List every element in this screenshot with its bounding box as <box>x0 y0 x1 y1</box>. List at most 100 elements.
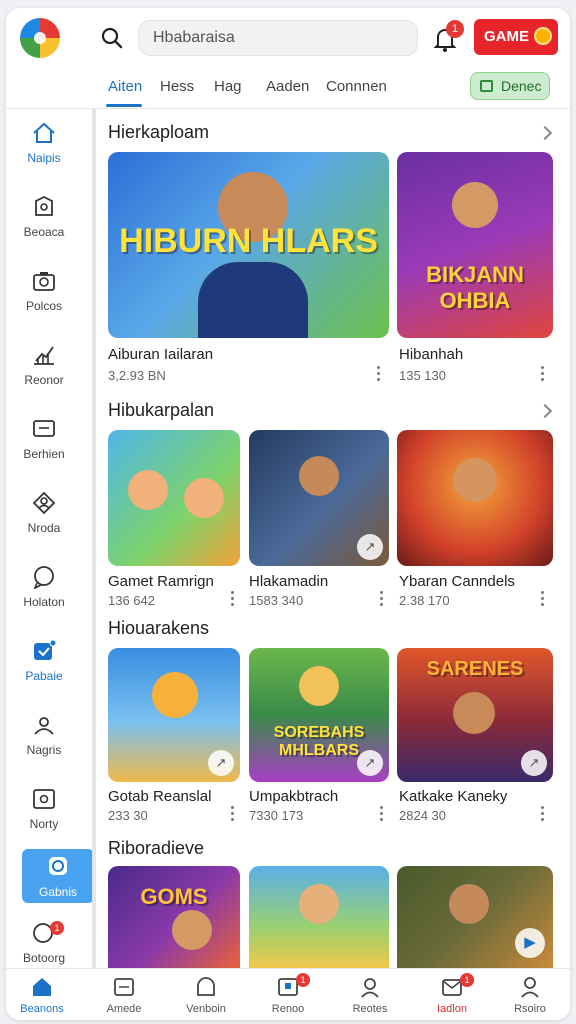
image-icon <box>114 978 134 996</box>
card-meta: 3,2.93 BN <box>108 368 166 383</box>
tab-aiten[interactable]: Aiten <box>108 78 142 95</box>
chevron-right-icon[interactable] <box>537 403 553 419</box>
game-card[interactable]: HIBURN HLARS <box>108 152 389 338</box>
settings-icon <box>33 789 55 809</box>
card-title: Gamet Ramrign <box>108 573 214 590</box>
character-illustration <box>299 884 339 924</box>
sidebar-item-berhien[interactable]: Berhien <box>6 417 82 477</box>
tab-hag[interactable]: Hag <box>214 78 242 95</box>
sidebar-item-label: Berhien <box>23 447 65 461</box>
card-title: Aiburan Iailaran <box>108 346 214 363</box>
sidebar-item-gabnis[interactable]: Gabnis <box>22 849 94 903</box>
character-illustration <box>453 458 497 502</box>
top-bar: Hbabaraisa 1 GAME <box>6 8 570 68</box>
game-button[interactable]: GAME <box>474 19 558 55</box>
demo-button-label: Denec <box>501 78 542 94</box>
nav-item-beanons[interactable]: Beanons <box>6 975 82 1015</box>
sidebar-item-holaton[interactable]: Holaton <box>6 565 82 625</box>
chat-icon <box>197 977 215 996</box>
more-options-icon[interactable] <box>540 806 544 822</box>
character-illustration <box>152 672 198 718</box>
home-icon <box>33 978 51 996</box>
nav-item-label: Beanons <box>20 1003 64 1015</box>
character-illustration <box>299 666 339 706</box>
search-icon[interactable] <box>100 26 124 50</box>
card-title: Umpakbtrach <box>249 788 339 805</box>
app-frame: Hbabaraisa 1 GAME Aiten Hess Hag Aaden C… <box>6 8 570 1020</box>
bottom-nav: Beanons Amede Venboin 1 Renoo Reotes 1 I… <box>6 968 570 1020</box>
sidebar-item-polcos[interactable]: Polcos <box>6 269 82 329</box>
nav-item-amede[interactable]: Amede <box>84 975 164 1015</box>
more-options-icon[interactable] <box>379 591 383 607</box>
card-meta: 233 30 <box>108 808 148 823</box>
game-card[interactable]: SARENES ↗ <box>397 648 553 782</box>
game-card[interactable]: SOREBAHS MHLBARS ↗ <box>249 648 389 782</box>
sidebar-item-nagris[interactable]: Nagris <box>6 713 82 773</box>
sidebar-item-naipis[interactable]: Naipis <box>6 121 82 181</box>
nav-item-rsoiro[interactable]: Rsoiro <box>490 975 570 1015</box>
section-title: Hierkaploam <box>108 122 210 142</box>
sidebar-item-label: Naipis <box>27 151 61 165</box>
expand-icon[interactable]: ↗ <box>521 750 547 776</box>
expand-icon[interactable]: ↗ <box>208 750 234 776</box>
app-logo[interactable] <box>20 18 60 58</box>
sidebar-item-label: Nroda <box>27 521 61 535</box>
game-card[interactable]: BIKJANN OHBIA <box>397 152 553 338</box>
sidebar-item-pabaie[interactable]: Pabaie <box>6 639 82 699</box>
nav-item-reotes[interactable]: Reotes <box>330 975 410 1015</box>
character-illustration <box>184 478 224 518</box>
sidebar-item-label: Beoaca <box>23 225 65 239</box>
section-title: Hiouarakens <box>108 618 210 638</box>
more-options-icon[interactable] <box>230 591 234 607</box>
tab-hess[interactable]: Hess <box>160 78 194 95</box>
play-icon[interactable]: ▶ <box>515 928 545 958</box>
message-icon <box>33 420 55 437</box>
nav-item-iadlon[interactable]: 1 Iadlon <box>412 973 492 1015</box>
sidebar-item-nroda[interactable]: Nroda <box>6 491 82 551</box>
character-illustration <box>449 884 489 924</box>
sidebar-item-label: Polcos <box>25 299 63 313</box>
game-card[interactable] <box>249 866 389 968</box>
more-options-icon[interactable] <box>376 366 380 382</box>
more-options-icon[interactable] <box>540 366 544 382</box>
card-title: Ybaran Canndels <box>399 573 515 590</box>
demo-button[interactable]: Denec <box>470 72 550 100</box>
tab-connnen[interactable]: Connnen <box>326 78 387 95</box>
chevron-right-icon[interactable] <box>537 125 553 141</box>
more-options-icon[interactable] <box>379 806 383 822</box>
expand-icon[interactable]: ↗ <box>357 534 383 560</box>
camera-icon <box>33 272 55 291</box>
sidebar-item-label: Pabaie <box>25 669 63 683</box>
search-icon <box>361 978 379 998</box>
game-card[interactable]: ▶ <box>397 866 553 968</box>
shield-icon <box>35 195 53 216</box>
card-meta: 2824 30 <box>399 808 446 823</box>
game-card[interactable] <box>397 430 553 566</box>
more-options-icon[interactable] <box>230 806 234 822</box>
card-meta: 7330 173 <box>249 808 304 823</box>
nav-item-venboin[interactable]: Venboin <box>166 975 246 1015</box>
expand-icon[interactable]: ↗ <box>357 750 383 776</box>
game-art-title: HIBURN HLARS <box>119 222 378 260</box>
more-options-icon[interactable] <box>540 591 544 607</box>
disc-icon <box>49 857 67 875</box>
sidebar-item-norty[interactable]: Norty <box>6 787 82 847</box>
nav-item-label: Amede <box>106 1003 142 1015</box>
game-card[interactable]: GOMS <box>108 866 240 968</box>
tab-aaden[interactable]: Aaden <box>266 78 309 95</box>
search-input[interactable]: Hbabaraisa <box>138 20 418 56</box>
sidebar-item-label: Norty <box>29 817 59 831</box>
sidebar-item-beoaca[interactable]: Beoaca <box>6 195 82 255</box>
nav-item-renoo[interactable]: 1 Renoo <box>248 973 328 1015</box>
game-card[interactable]: ↗ <box>249 430 389 566</box>
nav-item-label: Venboin <box>186 1003 226 1015</box>
game-art-title: SARENES <box>426 658 524 680</box>
sidebar-item-reonor[interactable]: Reonor <box>6 343 82 403</box>
game-card[interactable] <box>108 430 240 566</box>
section-title: Hibukarpalan <box>108 400 215 420</box>
sidebar-badge: 1 <box>50 921 64 935</box>
card-meta: 1583 340 <box>249 593 304 608</box>
game-card[interactable]: ↗ <box>108 648 240 782</box>
sidebar-scrollbar[interactable] <box>92 109 96 969</box>
user-icon <box>32 491 56 515</box>
